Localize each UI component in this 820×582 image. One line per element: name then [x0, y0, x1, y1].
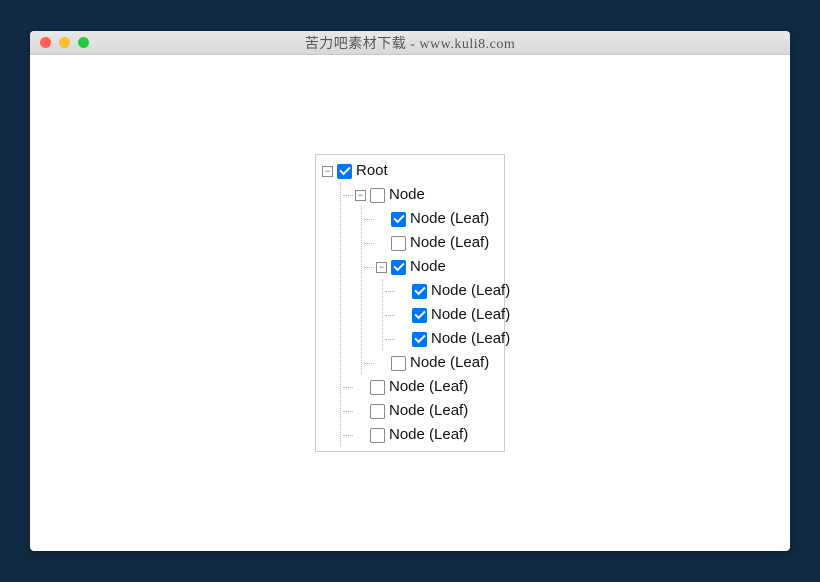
- tree-node: Node (Leaf): [343, 375, 498, 399]
- toggle-spacer: [376, 358, 387, 369]
- tree-node-row: − Node: [364, 255, 498, 279]
- toggle-spacer: [397, 286, 408, 297]
- tree-checkbox[interactable]: [391, 356, 406, 371]
- toggle-spacer: [397, 334, 408, 345]
- tree-checkbox[interactable]: [412, 284, 427, 299]
- tree-children: Node (Leaf)Node (Leaf)Node (Leaf): [382, 279, 498, 351]
- tree-node: Node (Leaf): [385, 327, 498, 351]
- tree-node: Node (Leaf): [343, 399, 498, 423]
- tree-node-label[interactable]: Node (Leaf): [431, 327, 510, 351]
- tree-node-label[interactable]: Node (Leaf): [431, 303, 510, 327]
- tree-node: −NodeNode (Leaf)Node (Leaf)Node (Leaf): [364, 255, 498, 351]
- tree-checkbox[interactable]: [370, 380, 385, 395]
- tree-node-label[interactable]: Node (Leaf): [410, 351, 489, 375]
- tree-node-label[interactable]: Root: [356, 159, 388, 183]
- tree-node-row: Node (Leaf): [364, 351, 498, 375]
- tree-checkbox[interactable]: [391, 212, 406, 227]
- tree-node: Node (Leaf): [385, 279, 498, 303]
- tree-children: Node (Leaf)Node (Leaf)−NodeNode (Leaf)No…: [361, 207, 498, 375]
- tree-checkbox[interactable]: [391, 236, 406, 251]
- tree-node-row: Node (Leaf): [343, 423, 498, 447]
- tree-checkbox[interactable]: [391, 260, 406, 275]
- tree-node-row: Node (Leaf): [343, 399, 498, 423]
- tree-checkbox[interactable]: [370, 404, 385, 419]
- tree-node-row: Node (Leaf): [385, 327, 498, 351]
- toggle-spacer: [397, 310, 408, 321]
- titlebar: 苦力吧素材下载 - www.kuli8.com: [30, 31, 790, 55]
- tree-checkbox[interactable]: [370, 188, 385, 203]
- tree-checkbox[interactable]: [412, 308, 427, 323]
- maximize-button[interactable]: [78, 37, 89, 48]
- tree-node-row: Node (Leaf): [385, 303, 498, 327]
- window-title: 苦力吧素材下载 - www.kuli8.com: [30, 33, 790, 53]
- minimize-button[interactable]: [59, 37, 70, 48]
- tree-checkbox[interactable]: [412, 332, 427, 347]
- tree-node: Node (Leaf): [364, 207, 498, 231]
- tree-node: −Root−NodeNode (Leaf)Node (Leaf)−NodeNod…: [322, 159, 498, 447]
- tree-node-label[interactable]: Node (Leaf): [431, 279, 510, 303]
- app-window: 苦力吧素材下载 - www.kuli8.com −Root−NodeNode (…: [30, 31, 790, 551]
- tree-node-label[interactable]: Node (Leaf): [410, 231, 489, 255]
- tree-node: Node (Leaf): [364, 231, 498, 255]
- collapse-icon[interactable]: −: [376, 262, 387, 273]
- tree-node-label[interactable]: Node: [389, 183, 425, 207]
- tree-node-label[interactable]: Node (Leaf): [410, 207, 489, 231]
- tree-checkbox[interactable]: [370, 428, 385, 443]
- tree-node-row: Node (Leaf): [385, 279, 498, 303]
- content-area: −Root−NodeNode (Leaf)Node (Leaf)−NodeNod…: [30, 55, 790, 551]
- collapse-icon[interactable]: −: [355, 190, 366, 201]
- tree-node-row: − Root: [322, 159, 498, 183]
- tree-node-label[interactable]: Node: [410, 255, 446, 279]
- close-button[interactable]: [40, 37, 51, 48]
- tree-node: Node (Leaf): [343, 423, 498, 447]
- tree-node-label[interactable]: Node (Leaf): [389, 423, 468, 447]
- toggle-spacer: [355, 406, 366, 417]
- tree-checkbox[interactable]: [337, 164, 352, 179]
- toggle-spacer: [376, 214, 387, 225]
- toggle-spacer: [376, 238, 387, 249]
- tree-children: −NodeNode (Leaf)Node (Leaf)−NodeNode (Le…: [340, 183, 498, 447]
- tree-node-row: Node (Leaf): [343, 375, 498, 399]
- tree-node-label[interactable]: Node (Leaf): [389, 375, 468, 399]
- tree-node: Node (Leaf): [364, 351, 498, 375]
- collapse-icon[interactable]: −: [322, 166, 333, 177]
- tree-node: Node (Leaf): [385, 303, 498, 327]
- tree-view: −Root−NodeNode (Leaf)Node (Leaf)−NodeNod…: [315, 154, 505, 452]
- tree-node-label[interactable]: Node (Leaf): [389, 399, 468, 423]
- tree-node-row: Node (Leaf): [364, 231, 498, 255]
- tree-node-row: Node (Leaf): [364, 207, 498, 231]
- tree-node-row: − Node: [343, 183, 498, 207]
- toggle-spacer: [355, 430, 366, 441]
- traffic-lights: [30, 37, 89, 48]
- toggle-spacer: [355, 382, 366, 393]
- tree-node: −NodeNode (Leaf)Node (Leaf)−NodeNode (Le…: [343, 183, 498, 375]
